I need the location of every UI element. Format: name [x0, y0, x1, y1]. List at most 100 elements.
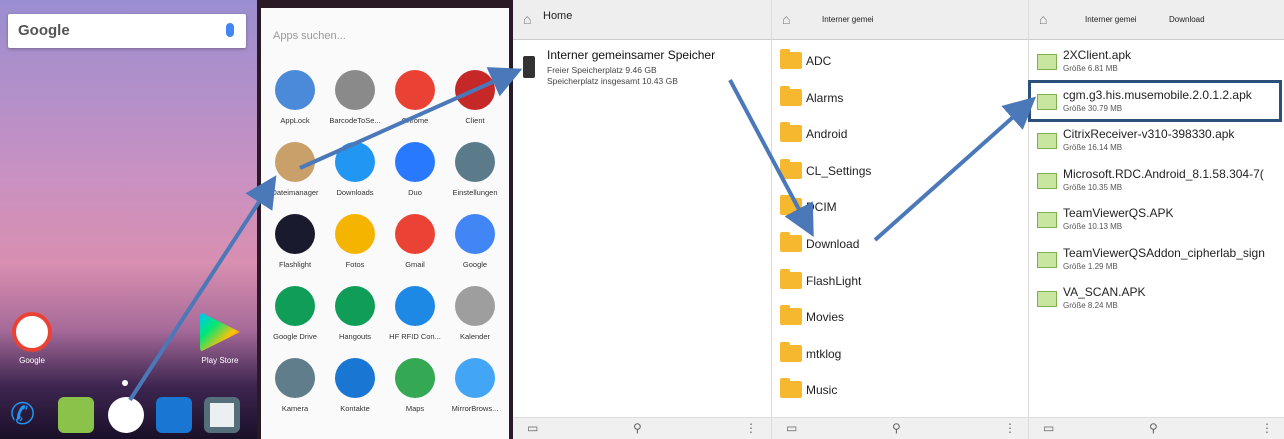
app-item[interactable]: Fotos: [325, 214, 385, 269]
app-icon: [335, 214, 375, 254]
mic-icon[interactable]: [226, 23, 234, 37]
app-item[interactable]: Einstellungen: [445, 142, 505, 197]
breadcrumb-storage[interactable]: Interner gemei: [1085, 15, 1137, 24]
app-item[interactable]: Chrome: [385, 70, 445, 125]
app-item[interactable]: Kontakte: [325, 358, 385, 413]
contacts-icon[interactable]: [156, 397, 192, 433]
play-store-icon: [200, 312, 240, 352]
folder-item[interactable]: ADC: [772, 42, 1028, 79]
app-item[interactable]: MirrorBrows...: [445, 358, 505, 413]
breadcrumb-download[interactable]: Download: [1169, 15, 1205, 24]
new-folder-icon[interactable]: ▭: [527, 421, 538, 435]
file-item[interactable]: TeamViewerQSAddon_cipherlab_sign Größe 1.…: [1029, 242, 1284, 282]
app-item[interactable]: HF RFID Con...: [385, 286, 445, 341]
folder-item[interactable]: Alarms: [772, 79, 1028, 116]
file-manager-download-panel: ⌂ Interner gemei Download 2XClient.apk Gr…: [1028, 0, 1284, 439]
new-folder-icon[interactable]: ▭: [1043, 421, 1054, 435]
home-icon[interactable]: ⌂: [1039, 12, 1053, 26]
app-item[interactable]: Duo: [385, 142, 445, 197]
storage-item[interactable]: Interner gemeinsamer Speicher Freier Spe…: [513, 46, 771, 92]
folder-item[interactable]: Music: [772, 371, 1028, 408]
search-icon[interactable]: ⚲: [633, 421, 642, 435]
folder-item[interactable]: CL_Settings: [772, 152, 1028, 189]
app-item[interactable]: Google Drive: [265, 286, 325, 341]
file-item[interactable]: VA_SCAN.APK Größe 8.24 MB: [1029, 281, 1284, 321]
file-size: Größe 1.29 MB: [1063, 261, 1118, 271]
app-icon: [275, 70, 315, 110]
folder-item[interactable]: FlashLight: [772, 262, 1028, 299]
app-item[interactable]: AppLock: [265, 70, 325, 125]
folder-item[interactable]: mtklog: [772, 335, 1028, 372]
app-item[interactable]: Flashlight: [265, 214, 325, 269]
new-folder-icon[interactable]: ▭: [786, 421, 797, 435]
file-item[interactable]: Microsoft.RDC.Android_8.1.58.304-7(Größe…: [1029, 163, 1284, 203]
selected-apk-highlight: [1028, 80, 1282, 122]
search-icon[interactable]: ⚲: [1149, 421, 1158, 435]
app-label: BarcodeToSe...: [329, 116, 381, 125]
google-logo: Google: [18, 22, 70, 39]
bottom-toolbar: ▭ ⚲ ⋮: [772, 417, 1028, 439]
app-icon: [455, 142, 495, 182]
app-icon: [275, 358, 315, 398]
camera-icon[interactable]: [204, 397, 240, 433]
play-store-app[interactable]: Play Store: [192, 312, 248, 365]
app-icon: [395, 286, 435, 326]
app-item[interactable]: Hangouts: [325, 286, 385, 341]
folder-icon: [780, 268, 802, 289]
breadcrumb-bar: ⌂ Home: [513, 0, 771, 40]
bottom-toolbar: ▭ ⚲ ⋮: [1029, 417, 1284, 439]
phone-storage-icon: [523, 56, 535, 78]
phone-icon[interactable]: ✆: [10, 397, 46, 433]
app-icon: [275, 142, 315, 182]
file-size: Größe 10.13 MB: [1063, 222, 1123, 231]
file-name: TeamViewerQS.APK: [1063, 206, 1174, 220]
app-item[interactable]: Maps: [385, 358, 445, 413]
app-icon: [455, 214, 495, 254]
folder-label: FlashLight: [806, 273, 862, 288]
folder-item[interactable]: DCIM: [772, 188, 1028, 225]
file-item[interactable]: TeamViewerQS.APK Größe 10.13 MB: [1029, 202, 1284, 242]
google-app[interactable]: Google: [4, 312, 60, 365]
folder-item[interactable]: Movies: [772, 298, 1028, 335]
app-item[interactable]: BarcodeToSe...: [325, 70, 385, 125]
bottom-toolbar: ▭ ⚲ ⋮: [513, 417, 771, 439]
breadcrumb-storage[interactable]: Interner gemei: [822, 15, 874, 24]
folder-label: Android: [806, 127, 848, 142]
app-label: Kalender: [459, 332, 491, 341]
storage-free: Freier Speicherplatz 9.46 GB: [547, 65, 657, 75]
app-icon: [275, 286, 315, 326]
file-size: Größe 10.35 MB: [1063, 182, 1123, 192]
messages-icon[interactable]: [58, 397, 94, 433]
app-item[interactable]: Kalender: [445, 286, 505, 341]
file-item[interactable]: 2XClient.apk Größe 6.81 MB: [1029, 44, 1284, 84]
app-item[interactable]: Dateimanager: [265, 142, 325, 197]
folder-label: Music: [806, 383, 838, 398]
app-label: Downloads: [336, 188, 374, 197]
app-drawer: Apps suchen... AppLock BarcodeToSe... Chro…: [261, 8, 509, 439]
file-item[interactable]: CitrixReceiver-v310-398330.apk Größe 16.1…: [1029, 123, 1284, 163]
app-drawer-icon[interactable]: [108, 397, 144, 433]
app-item[interactable]: Downloads: [325, 142, 385, 197]
folder-item[interactable]: Android: [772, 115, 1028, 152]
app-icon: [455, 358, 495, 398]
file-size: Größe 16.14 MB: [1063, 143, 1123, 152]
home-icon[interactable]: ⌂: [782, 12, 796, 26]
more-icon[interactable]: ⋮: [1004, 421, 1016, 435]
apk-file-icon: [1037, 172, 1057, 189]
app-item[interactable]: Google: [445, 214, 505, 269]
search-icon[interactable]: ⚲: [892, 421, 901, 435]
file-name: 2XClient.apk: [1063, 48, 1132, 62]
more-icon[interactable]: ⋮: [1261, 421, 1273, 435]
app-item[interactable]: Client: [445, 70, 505, 125]
app-search-input[interactable]: Apps suchen...: [273, 30, 346, 42]
app-item[interactable]: Kamera: [265, 358, 325, 413]
app-label: Fotos: [345, 260, 365, 269]
dock: ✆: [0, 393, 257, 439]
app-item[interactable]: Gmail: [385, 214, 445, 269]
home-icon[interactable]: ⌂: [523, 12, 537, 26]
more-icon[interactable]: ⋮: [745, 421, 757, 435]
google-search-bar[interactable]: Google: [8, 14, 246, 48]
folder-label: Alarms: [806, 90, 844, 105]
folder-item[interactable]: Download: [772, 225, 1028, 262]
breadcrumb-home[interactable]: Home: [543, 10, 572, 22]
